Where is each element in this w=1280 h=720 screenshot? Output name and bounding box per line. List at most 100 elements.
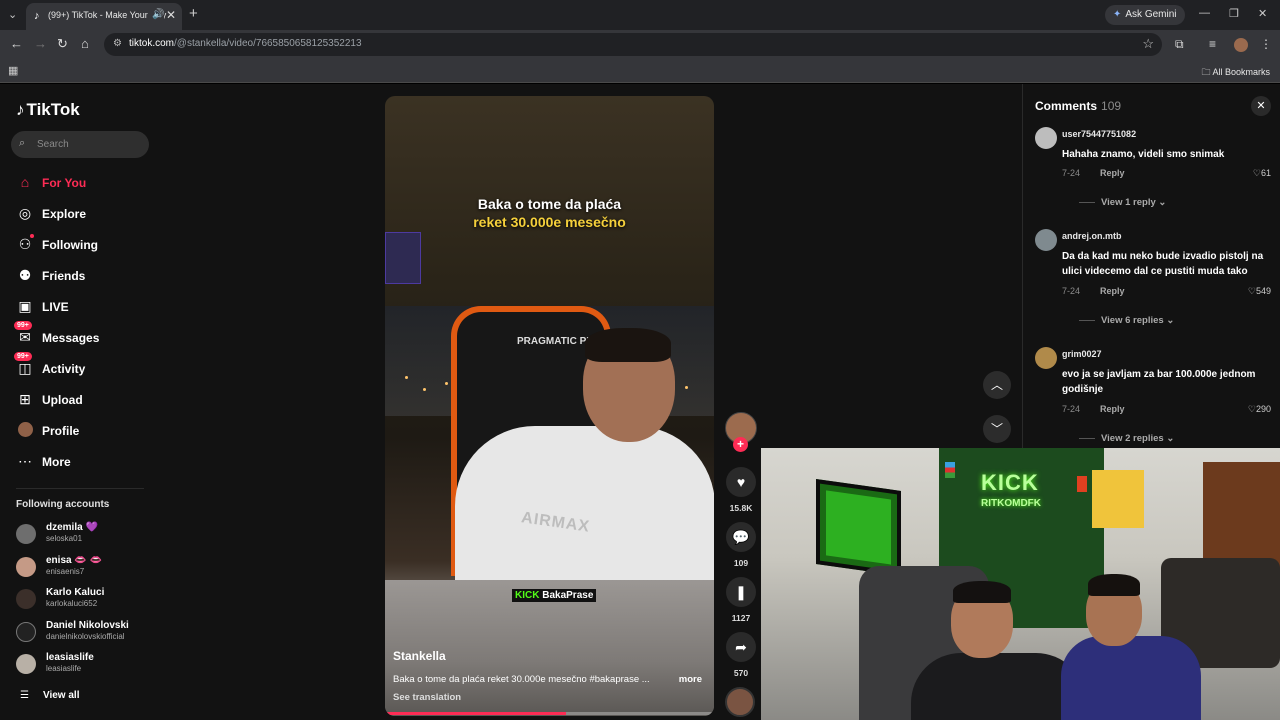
- tab-close-icon[interactable]: ✕: [166, 8, 176, 22]
- comment-username[interactable]: grim0027: [1062, 349, 1102, 359]
- nav-messages[interactable]: ✉ 99+ Messages: [14, 321, 146, 349]
- media-controls-icon[interactable]: ≡: [1209, 37, 1216, 51]
- comment-icon[interactable]: 💬: [726, 522, 756, 552]
- activity-badge: 99+: [14, 352, 32, 361]
- ask-gemini-button[interactable]: ✦ Ask Gemini: [1105, 5, 1185, 25]
- comment-username[interactable]: user75447751082: [1062, 129, 1136, 139]
- messages-badge: 99+: [14, 321, 32, 330]
- like-heart-icon[interactable]: ♥: [726, 467, 756, 497]
- comments-count: 109: [1101, 99, 1122, 113]
- nav-label: Explore: [42, 207, 87, 221]
- nav-for-you[interactable]: ⌂ For You: [16, 172, 146, 194]
- reply-button[interactable]: Reply: [1100, 286, 1125, 296]
- sidebar-divider: [16, 488, 144, 489]
- avatar[interactable]: [1035, 347, 1057, 369]
- profile-avatar[interactable]: [1234, 38, 1248, 52]
- following-icon: ⚇: [18, 236, 32, 252]
- kick-watermark: KICK BakaPrase: [512, 589, 597, 602]
- browser-menu-icon[interactable]: ⋮: [1260, 37, 1272, 51]
- following-account[interactable]: dzemila 💜 seloska01: [16, 522, 146, 546]
- site-info-icon[interactable]: ⚙: [113, 38, 122, 49]
- account-name: Karlo Kaluci: [46, 587, 105, 598]
- all-bookmarks-button[interactable]: 🗀 All Bookmarks: [1201, 65, 1270, 81]
- reply-button[interactable]: Reply: [1100, 168, 1125, 178]
- following-account[interactable]: leasiaslife leasiaslife: [16, 652, 146, 676]
- following-account[interactable]: Daniel Nikolovski danielnikolovskioffici…: [16, 620, 146, 644]
- avatar[interactable]: [1035, 229, 1057, 251]
- next-video-chevron-down-icon[interactable]: ﹀: [983, 415, 1011, 443]
- following-account[interactable]: Karlo Kaluci karlokaluci652: [16, 587, 146, 611]
- restore-icon[interactable]: ❐: [1229, 7, 1239, 20]
- new-tab-button[interactable]: +: [189, 5, 198, 22]
- comment-like[interactable]: ♡290: [1248, 404, 1271, 415]
- extensions-icon[interactable]: ⧉: [1175, 37, 1184, 52]
- music-disc-avatar[interactable]: [725, 687, 755, 717]
- nav-live[interactable]: ▣ LIVE: [16, 296, 146, 318]
- apps-grid-icon[interactable]: ▦: [8, 64, 18, 77]
- forward-icon[interactable]: →: [34, 37, 47, 51]
- nav-explore[interactable]: ◎ Explore: [16, 203, 146, 225]
- view-all-button[interactable]: ☰ View all: [20, 690, 79, 701]
- friends-icon: ⚉: [18, 267, 32, 283]
- nav-following[interactable]: ⚇ Following: [16, 234, 146, 256]
- view-replies-button[interactable]: View 6 replies ⌄: [1079, 315, 1174, 326]
- chevron-down-icon: ⌄: [1166, 315, 1175, 326]
- nav-label: Activity: [42, 362, 86, 376]
- comment-like[interactable]: ♡61: [1253, 168, 1271, 179]
- video-description: Baka o tome da plaća reket 30.000e meseč…: [393, 674, 650, 685]
- address-bar[interactable]: ⚙ tiktok.com/@stankella/video/7665850658…: [104, 33, 1162, 56]
- nav-friends[interactable]: ⚉ Friends: [16, 265, 146, 287]
- back-icon[interactable]: ←: [10, 37, 23, 51]
- bookmark-icon[interactable]: ❚: [726, 577, 756, 607]
- search-placeholder: Search: [37, 139, 69, 150]
- search-input[interactable]: ⌕ Search: [11, 131, 149, 158]
- nav-more[interactable]: ⋯ More: [16, 451, 146, 473]
- gemini-icon: ✦: [1113, 9, 1122, 20]
- url-host: tiktok.com: [129, 38, 175, 49]
- all-bookmarks-label: All Bookmarks: [1212, 67, 1270, 77]
- heart-outline-icon: ♡: [1252, 168, 1261, 178]
- comment-username[interactable]: andrej.on.mtb: [1062, 231, 1122, 241]
- avatar[interactable]: [1035, 127, 1057, 149]
- account-name: enisa 👄 👄: [46, 555, 103, 566]
- comment-date: 7-24: [1062, 286, 1081, 296]
- close-window-icon[interactable]: ✕: [1258, 7, 1267, 20]
- close-icon[interactable]: ✕: [1251, 96, 1271, 116]
- reply-button[interactable]: Reply: [1100, 404, 1125, 414]
- minimize-icon[interactable]: —: [1199, 7, 1210, 19]
- see-translation-link[interactable]: See translation: [393, 692, 461, 703]
- home-button-icon[interactable]: ⌂: [81, 37, 89, 51]
- following-account[interactable]: enisa 👄 👄 enisaenis7: [16, 555, 146, 579]
- messages-icon: ✉: [19, 329, 31, 345]
- nav-activity[interactable]: ◫ 99+ Activity: [14, 352, 146, 380]
- view-replies-button[interactable]: View 2 replies ⌄: [1079, 433, 1174, 444]
- compass-icon: ◎: [18, 205, 32, 221]
- account-handle: karlokaluci652: [46, 599, 98, 608]
- previous-video-chevron-up-icon[interactable]: ︿: [983, 371, 1011, 399]
- wall-tv: [816, 479, 901, 576]
- comment-like-count: 549: [1255, 286, 1271, 296]
- video-author[interactable]: Stankella: [393, 649, 446, 663]
- follow-plus-icon[interactable]: +: [733, 437, 748, 452]
- audio-playing-icon[interactable]: 🔊: [150, 9, 165, 20]
- comment-like[interactable]: ♡549: [1248, 286, 1271, 297]
- bookmark-star-icon[interactable]: ☆: [1142, 36, 1154, 52]
- browser-tab[interactable]: ♪ (99+) TikTok - Make Your Day 🔊 ✕: [26, 3, 182, 30]
- logo-text: TikTok: [26, 100, 80, 119]
- video-neon-sign: [385, 232, 421, 284]
- share-icon[interactable]: ➦: [726, 632, 756, 662]
- tab-search-icon[interactable]: ⌄: [8, 8, 17, 21]
- neon-sign-subtitle: RITKOMDFK: [981, 498, 1041, 509]
- reload-icon[interactable]: ↻: [57, 37, 68, 51]
- tiktok-logo[interactable]: ♪ TikTok: [16, 100, 80, 120]
- video-player[interactable]: PRAGMATIC PLAY AIRMAX Baka o tome da pla…: [385, 96, 714, 716]
- person-hair: [585, 328, 671, 362]
- nav-label: Friends: [42, 269, 86, 283]
- view-replies-button[interactable]: View 1 reply ⌄: [1079, 197, 1166, 208]
- nav-label: More: [42, 455, 71, 469]
- nav-profile[interactable]: Profile: [16, 420, 146, 442]
- video-caption-line2: reket 30.000e mesečno: [473, 214, 626, 230]
- more-button[interactable]: more: [679, 674, 702, 685]
- city-light: [685, 386, 688, 389]
- nav-upload[interactable]: ⊞ Upload: [16, 389, 146, 411]
